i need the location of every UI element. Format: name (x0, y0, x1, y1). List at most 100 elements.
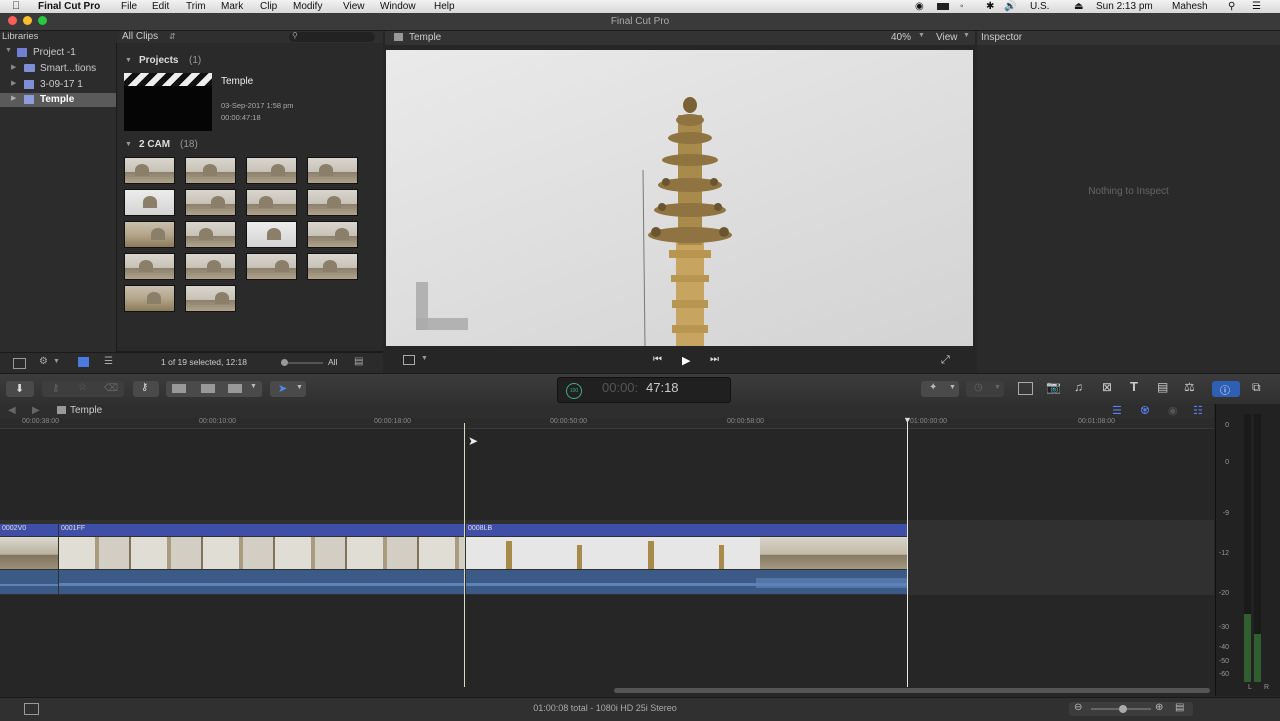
select-tool-button[interactable]: ➤ ▼ (270, 381, 306, 397)
clip-filter-menu[interactable]: All Clips (122, 31, 158, 43)
spotlight-icon[interactable]: ⚲ (1228, 0, 1235, 13)
generators-icon[interactable]: ▤ (1157, 380, 1168, 394)
zoom-in-icon[interactable]: ⊕ (1155, 702, 1163, 713)
eject-icon[interactable]: ⏏ (1074, 0, 1083, 13)
background-tasks-indicator[interactable]: 100 (566, 383, 582, 399)
library-item-project[interactable]: ▼ Project -1 (0, 46, 116, 60)
camera-icon[interactable]: 📷 (1046, 380, 1061, 394)
timeline-clip[interactable]: 0001FF (59, 524, 464, 594)
disclosure-triangle-icon[interactable]: ▶ (11, 63, 16, 71)
skimmer-line[interactable] (464, 423, 465, 687)
import-button[interactable]: ⬇ (6, 381, 34, 397)
menu-view[interactable]: View (343, 0, 365, 13)
clip-thumbnail[interactable] (246, 221, 297, 248)
clip-thumbnail[interactable] (124, 253, 175, 280)
keyword-editor-button[interactable]: ⚷ (133, 381, 159, 397)
view-chevron-icon[interactable]: ▼ (963, 32, 970, 39)
disclosure-triangle-icon[interactable]: ▶ (11, 94, 16, 102)
timeline-clip[interactable]: 0008LB (466, 524, 908, 594)
clip-thumbnail[interactable] (185, 157, 236, 184)
dashboard-timecode[interactable]: 100 00:00: 47:18 (557, 377, 731, 403)
browser-search-input[interactable]: ⚲ (289, 31, 375, 42)
clip-thumbnail[interactable] (185, 221, 236, 248)
disclosure-triangle-icon[interactable]: ▶ (11, 79, 16, 87)
media-browser-icon[interactable] (1018, 382, 1033, 395)
slider-knob[interactable] (281, 359, 288, 366)
inspector-toggle-button[interactable]: ⓘ (1212, 381, 1240, 397)
snapping-icon[interactable]: ☷ (1193, 404, 1203, 417)
themes-icon[interactable]: ⚖ (1184, 380, 1195, 394)
menu-help[interactable]: Help (434, 0, 455, 13)
solo-icon[interactable]: ◉ (1168, 404, 1178, 417)
play-button[interactable]: ▶ (682, 354, 690, 367)
zoom-level[interactable]: 40% (891, 32, 911, 43)
clip-appearance-icon[interactable]: ▤ (1175, 702, 1184, 713)
audio-skimming-icon[interactable]: ♼ (1140, 404, 1150, 417)
retime-button[interactable]: ◷ ▼ (966, 381, 1004, 397)
clip-thumbnail[interactable] (124, 157, 175, 184)
append-clip-icon[interactable] (228, 384, 242, 393)
enhancements-button[interactable]: ✦ ▼ (921, 381, 959, 397)
display-chevron-icon[interactable]: ▼ (421, 355, 428, 362)
share-icon[interactable]: ⧉ (1252, 380, 1261, 395)
apple-menu-icon[interactable]:  (12, 0, 20, 13)
zoom-out-icon[interactable]: ⊖ (1074, 702, 1082, 713)
filmstrip-view-button[interactable] (78, 357, 89, 367)
menu-window[interactable]: Window (380, 0, 416, 13)
clip-thumbnail[interactable] (307, 221, 358, 248)
edit-chevron-icon[interactable]: ▼ (250, 383, 257, 390)
timeline-scrollbar[interactable] (614, 688, 1210, 693)
view-menu[interactable]: View (936, 32, 958, 43)
fullscreen-button[interactable]: ⤢ (941, 354, 950, 367)
library-item-temple[interactable]: ▶ Temple (0, 93, 116, 107)
insert-clip-icon[interactable] (201, 384, 215, 393)
timeline-ruler[interactable]: 00:00:38:00 00:00:10:00 00:00:18:00 00:0… (0, 418, 1214, 429)
timeline-clip[interactable]: 0002V0 (0, 524, 58, 594)
viewer-display-options-icon[interactable] (403, 355, 415, 365)
notification-center-icon[interactable]: ☰ (1252, 0, 1261, 13)
music-icon[interactable]: ♫ (1074, 380, 1083, 394)
volume-icon[interactable]: 🔊 (1004, 0, 1016, 13)
clip-thumbnail[interactable] (246, 189, 297, 216)
zoom-chevron-icon[interactable]: ▼ (918, 32, 925, 39)
back-arrow-icon[interactable]: ◀ (8, 405, 16, 416)
clip-thumbnail[interactable] (124, 285, 175, 312)
clip-thumbnail[interactable] (307, 253, 358, 280)
zoom-slider-knob[interactable] (1119, 705, 1127, 713)
list-view-button[interactable]: ☰ (104, 356, 113, 367)
library-item-smart-collections[interactable]: ▶ Smart...tions (0, 62, 116, 76)
playhead[interactable] (907, 420, 908, 687)
menu-clip[interactable]: Clip (260, 0, 277, 13)
transitions-icon[interactable]: ⊠ (1102, 380, 1112, 394)
gear-chevron-icon[interactable]: ▼ (53, 358, 60, 365)
key-icon[interactable]: ⚷ (52, 383, 59, 394)
library-item-event[interactable]: ▶ 3-09-17 1 (0, 78, 116, 92)
display-icon[interactable] (937, 3, 949, 10)
clip-thumbnail[interactable] (246, 253, 297, 280)
go-to-end-button[interactable]: ⏭ (710, 354, 719, 365)
clip-thumbnail[interactable] (185, 189, 236, 216)
clip-thumbnail[interactable] (307, 189, 358, 216)
menu-trim[interactable]: Trim (186, 0, 206, 13)
forward-arrow-icon[interactable]: ▶ (32, 405, 40, 416)
language-menu[interactable]: U.S. (1030, 0, 1049, 13)
titles-icon[interactable]: T (1130, 379, 1138, 394)
wifi-icon[interactable]: ◦ (960, 0, 964, 13)
menu-file[interactable]: File (121, 0, 137, 13)
menu-mark[interactable]: Mark (221, 0, 243, 13)
clip-thumbnail[interactable] (185, 285, 236, 312)
menu-modify[interactable]: Modify (293, 0, 322, 13)
clip-thumbnail[interactable] (124, 221, 175, 248)
disclosure-triangle-icon[interactable]: ▼ (125, 141, 132, 148)
clip-size-slider[interactable] (281, 359, 323, 366)
go-to-start-button[interactable]: ⏮ (653, 354, 662, 365)
user-menu[interactable]: Mahesh (1172, 0, 1208, 13)
show-libraries-icon[interactable] (13, 358, 26, 369)
reject-icon[interactable]: ⌫ (104, 383, 118, 394)
video-frame[interactable] (386, 50, 973, 346)
record-icon[interactable]: ◉ (915, 0, 924, 13)
clip-thumbnail[interactable] (307, 157, 358, 184)
clip-thumbnail[interactable] (124, 189, 175, 216)
clock[interactable]: Sun 2:13 pm (1096, 0, 1153, 13)
playhead-handle-icon[interactable]: ▼ (903, 415, 912, 425)
